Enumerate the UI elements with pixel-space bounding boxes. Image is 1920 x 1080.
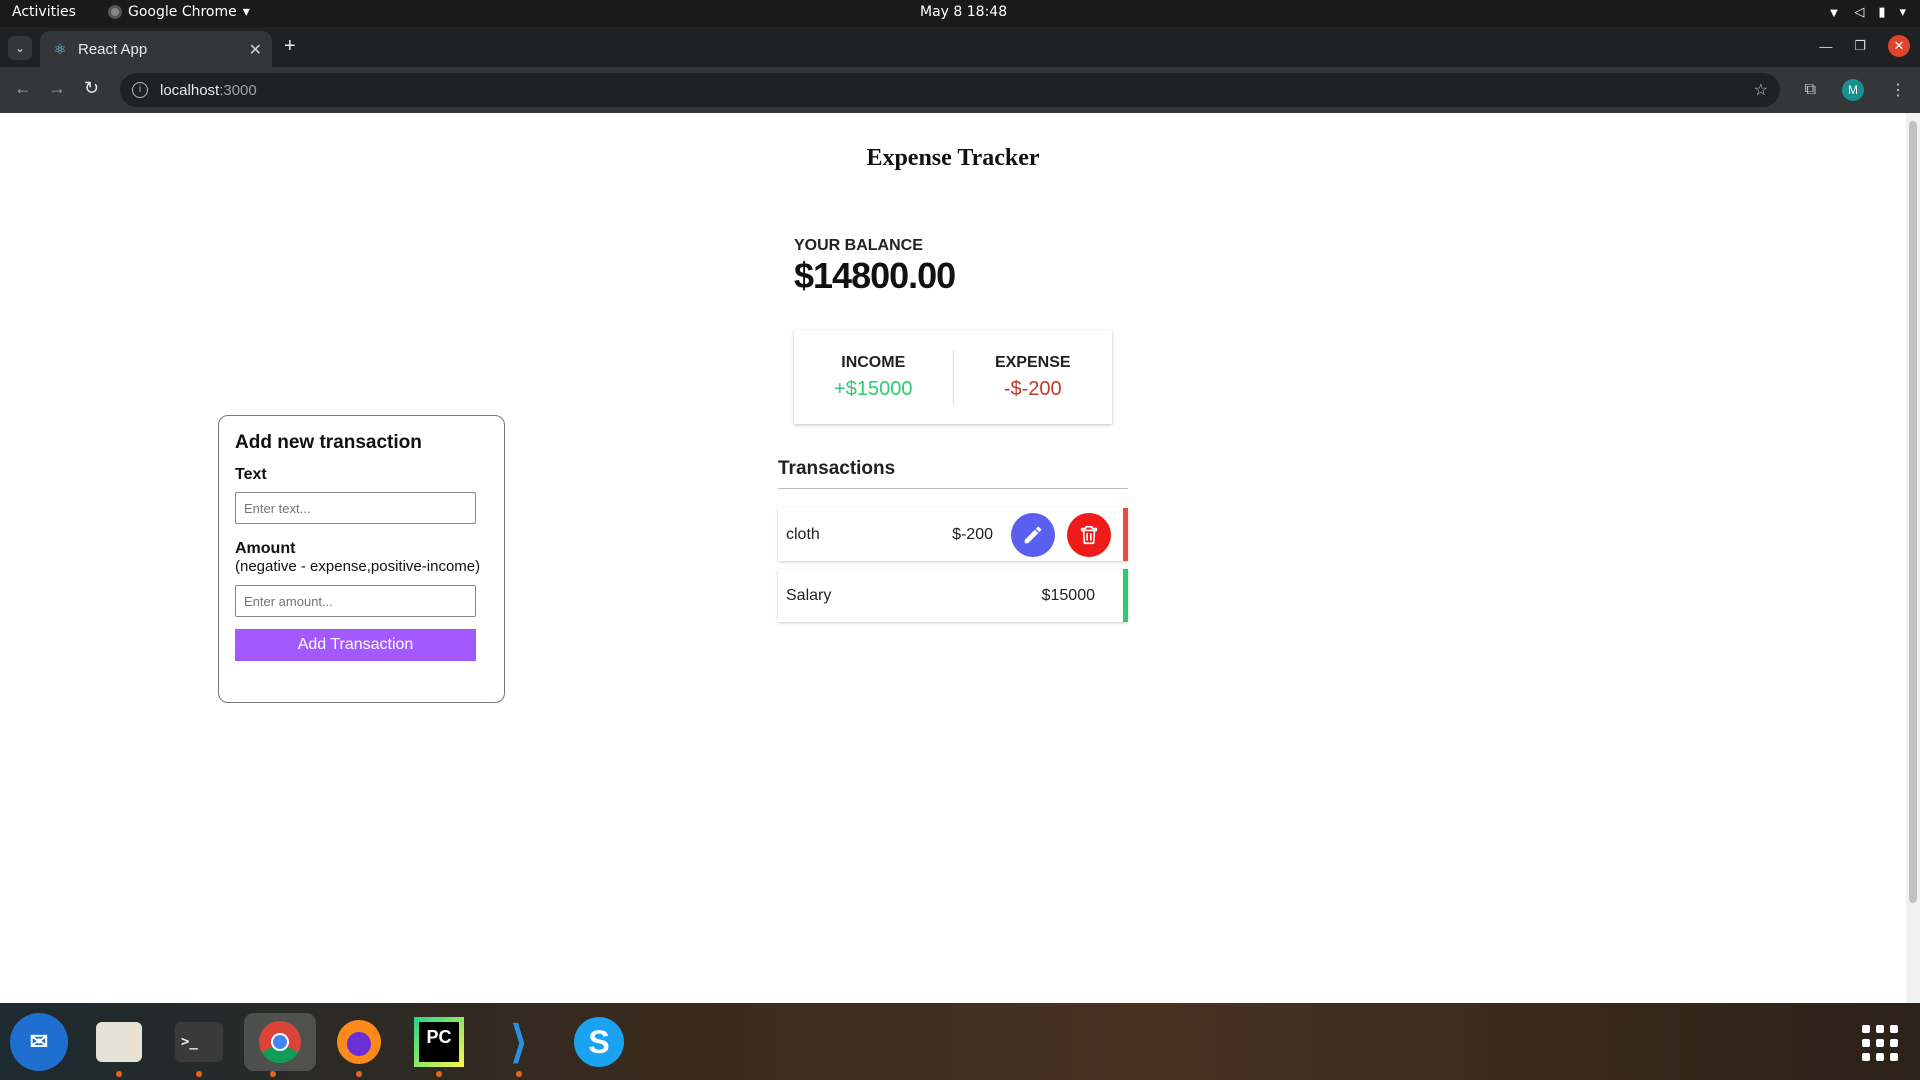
- transaction-text: Salary: [786, 586, 832, 604]
- chrome-app-icon: [108, 5, 122, 19]
- page-title: Expense Tracker: [866, 145, 1040, 171]
- clock[interactable]: May 8 18:48: [920, 4, 1007, 20]
- delete-button[interactable]: [1067, 512, 1111, 557]
- add-transaction-form: Add new transaction Text Amount (negativ…: [218, 415, 505, 703]
- tab-search-button[interactable]: ⌄: [8, 36, 32, 60]
- transaction-list: cloth $-200 Salary $15000: [778, 508, 1128, 630]
- tab-title: React App: [78, 40, 148, 58]
- reload-button[interactable]: ↻: [84, 78, 99, 99]
- app-menu-label: Google Chrome: [128, 4, 237, 20]
- trash-icon: [1080, 525, 1098, 544]
- amount-label: Amount: [235, 540, 296, 557]
- expense-label: EXPENSE: [994, 353, 1071, 371]
- terminal-icon[interactable]: >_: [170, 1013, 228, 1077]
- close-icon[interactable]: ✕: [249, 40, 262, 60]
- firefox-icon[interactable]: [330, 1013, 388, 1077]
- transaction-amount: $-200: [952, 525, 993, 543]
- thunderbird-icon[interactable]: ✉: [10, 1013, 68, 1071]
- url-port: :3000: [219, 81, 257, 99]
- forward-button[interactable]: →: [48, 78, 66, 99]
- income-expense-card: INCOME +$15000 EXPENSE -$-200: [794, 330, 1112, 424]
- transactions-heading: Transactions: [778, 458, 1128, 489]
- income-amount: +$15000: [834, 377, 913, 400]
- tab-strip: ⌄ ⚛ React App ✕ + — ❐ ✕: [0, 27, 1920, 67]
- skype-icon[interactable]: S: [570, 1013, 628, 1071]
- files-icon[interactable]: [90, 1013, 148, 1077]
- activities-button[interactable]: Activities: [12, 4, 76, 20]
- address-bar[interactable]: i localhost:3000 ☆: [120, 73, 1780, 107]
- app-menu[interactable]: Google Chrome ▾: [108, 4, 250, 20]
- restore-button[interactable]: ❐: [1854, 38, 1866, 54]
- system-tray[interactable]: ▼ ◁ ▮ ▾: [1827, 4, 1906, 20]
- window-controls: — ❐ ✕: [1819, 35, 1910, 57]
- show-apps-icon[interactable]: [1862, 1025, 1898, 1061]
- pencil-icon: [1024, 526, 1042, 543]
- balance-label: YOUR BALANCE: [794, 237, 923, 254]
- chevron-down-icon: ▾: [1899, 4, 1906, 19]
- page-scrollbar[interactable]: [1906, 113, 1920, 1003]
- back-button[interactable]: ←: [14, 78, 32, 99]
- bookmark-star-icon[interactable]: ☆: [1754, 80, 1768, 100]
- dock: ✉ >_ PC ⟩ S: [0, 1003, 1920, 1080]
- transaction-item: cloth $-200: [778, 508, 1128, 561]
- kebab-menu-icon[interactable]: ⋮: [1890, 80, 1906, 100]
- scrollbar-thumb[interactable]: [1909, 121, 1917, 903]
- vscode-icon[interactable]: ⟩: [490, 1013, 548, 1077]
- browser-toolbar: ← → ↻ i localhost:3000 ☆ ⧉ M ⋮: [0, 67, 1920, 113]
- volume-icon: ◁: [1854, 4, 1865, 19]
- pycharm-icon[interactable]: PC: [410, 1013, 468, 1077]
- window-close-button[interactable]: ✕: [1888, 35, 1910, 57]
- react-favicon-icon: ⚛: [53, 41, 67, 57]
- profile-avatar[interactable]: M: [1842, 79, 1864, 101]
- minimize-button[interactable]: —: [1819, 39, 1832, 54]
- transaction-item: Salary $15000: [778, 569, 1128, 622]
- wifi-icon: ▼: [1827, 4, 1841, 20]
- add-transaction-button[interactable]: Add Transaction: [235, 629, 476, 661]
- page-viewport: Expense Tracker YOUR BALANCE $14800.00 I…: [0, 113, 1906, 1003]
- url-host: localhost: [160, 81, 220, 99]
- toolbar-right: ⧉ M ⋮: [1805, 79, 1906, 101]
- edit-button[interactable]: [1011, 512, 1055, 557]
- site-info-icon[interactable]: i: [132, 82, 148, 98]
- text-label: Text: [235, 466, 267, 483]
- expense-amount: -$-200: [1003, 377, 1062, 400]
- form-title: Add new transaction: [235, 432, 422, 453]
- tab-react-app[interactable]: ⚛ React App ✕: [40, 31, 272, 67]
- amount-hint: (negative - expense,positive-income): [235, 558, 481, 575]
- system-top-bar: Activities Google Chrome ▾ May 8 18:48 ▼…: [0, 0, 1920, 27]
- amount-input[interactable]: [235, 585, 476, 617]
- income-column: INCOME +$15000: [794, 354, 953, 401]
- chevron-down-icon: ▾: [242, 4, 250, 20]
- battery-icon: ▮: [1878, 4, 1886, 19]
- balance-amount: $14800.00: [794, 255, 956, 296]
- income-label: INCOME: [841, 353, 906, 371]
- extensions-icon[interactable]: ⧉: [1805, 81, 1816, 99]
- chrome-icon[interactable]: [244, 1013, 316, 1077]
- expense-column: EXPENSE -$-200: [954, 354, 1113, 401]
- text-input[interactable]: [235, 492, 476, 524]
- transaction-amount: $15000: [1041, 586, 1095, 604]
- new-tab-button[interactable]: +: [284, 35, 296, 58]
- transaction-text: cloth: [786, 525, 820, 543]
